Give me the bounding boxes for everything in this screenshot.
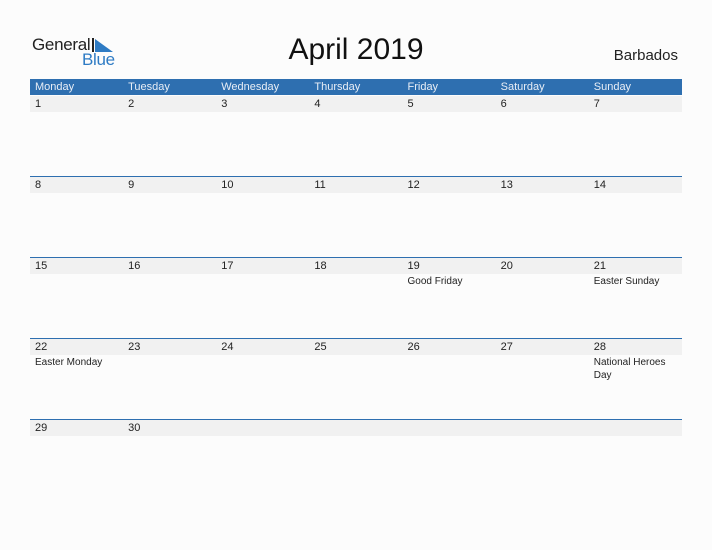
holiday-label [216,112,309,113]
day-number: 29 [35,422,48,434]
holiday-label [403,112,496,113]
day-number: 5 [407,98,414,110]
holiday-label [589,193,682,194]
holiday-label [309,193,402,194]
holiday-label: Good Friday [407,276,463,287]
week-row: 22 23 24 25 26 27 28 Easter Monday National Hero… [30,338,682,382]
day-number: 3 [221,98,228,110]
day-number: 10 [221,179,234,191]
week-row: 29 30 [30,419,682,437]
week-row: 8 9 10 11 12 13 14 [30,176,682,194]
holiday-label [123,274,216,288]
week-row: 15 16 17 18 19 20 21 Good Friday Easter Sunday [30,257,682,288]
weekday-thursday: Thursday [314,81,361,93]
day-number-band: 8 9 10 11 12 13 14 [30,177,682,193]
holiday-label: Easter Monday [35,357,103,368]
page-title: April 2019 [288,33,424,66]
weekday-wednesday: Wednesday [221,81,280,93]
holiday-label [403,355,496,382]
event-row: Good Friday Easter Sunday [30,274,682,288]
holiday-label [309,355,402,382]
day-number: 28 [593,341,606,353]
event-row [30,193,682,194]
holiday-label [496,193,589,194]
holiday-label [589,112,682,113]
day-number: 15 [35,260,48,272]
holiday-label: National Heroes Day [593,357,666,381]
day-number: 24 [221,341,234,353]
day-number-band: 22 23 24 25 26 27 28 [30,339,682,355]
holiday-label [123,193,216,194]
day-number: 26 [407,341,420,353]
holiday-label [216,436,309,437]
weekday-sunday: Sunday [593,81,632,93]
weekday-monday: Monday [35,81,75,93]
day-number: 17 [221,260,234,272]
holiday-label [496,355,589,382]
event-row [30,436,682,437]
weekday-friday: Friday [407,81,439,93]
holiday-label [30,112,123,113]
week-row: 1 2 3 4 5 6 7 [30,95,682,113]
day-number: 21 [593,260,606,272]
holiday-label [403,193,496,194]
holiday-label: Easter Sunday [593,276,660,287]
country-label: Barbados [613,47,678,64]
day-number: 20 [500,260,513,272]
weekday-saturday: Saturday [500,81,545,93]
event-row [30,112,682,113]
day-number: 4 [314,98,321,110]
holiday-label [216,193,309,194]
holiday-label [309,274,402,288]
weekday-tuesday: Tuesday [128,81,170,93]
holiday-label [216,274,309,288]
day-number [309,420,402,436]
day-number [403,420,496,436]
day-number [589,420,682,436]
holiday-label [30,274,123,288]
day-number: 22 [35,341,48,353]
day-number-band: 1 2 3 4 5 6 7 [30,96,682,112]
holiday-label [309,112,402,113]
day-number: 11 [314,179,326,191]
day-number: 14 [593,179,606,191]
holiday-label [216,355,309,382]
event-row: Easter Monday National Heroes Day [30,355,682,382]
holiday-label [309,436,402,437]
day-number: 6 [500,98,507,110]
holiday-label [496,436,589,437]
holiday-label [30,436,123,437]
day-number: 23 [128,341,141,353]
day-number: 19 [407,260,420,272]
holiday-label [496,274,589,288]
day-number: 12 [407,179,420,191]
day-number: 16 [128,260,141,272]
day-number-band: 15 16 17 18 19 20 21 [30,258,682,274]
holiday-label [123,355,216,382]
holiday-label [403,436,496,437]
day-number: 2 [128,98,135,110]
holiday-label [589,436,682,437]
day-number: 8 [35,179,42,191]
holiday-label [123,436,216,437]
holiday-label [30,193,123,194]
day-number: 18 [314,260,327,272]
day-number: 7 [593,98,600,110]
weekday-header: Monday Tuesday Wednesday Thursday Friday… [30,79,682,95]
holiday-label [496,112,589,113]
day-number: 9 [128,179,135,191]
day-number [496,420,589,436]
day-number: 25 [314,341,327,353]
day-number-band: 29 30 [30,420,682,436]
day-number: 13 [500,179,513,191]
day-number [216,420,309,436]
day-number: 27 [500,341,513,353]
day-number: 1 [35,98,42,110]
day-number: 30 [128,422,141,434]
holiday-label [123,112,216,113]
